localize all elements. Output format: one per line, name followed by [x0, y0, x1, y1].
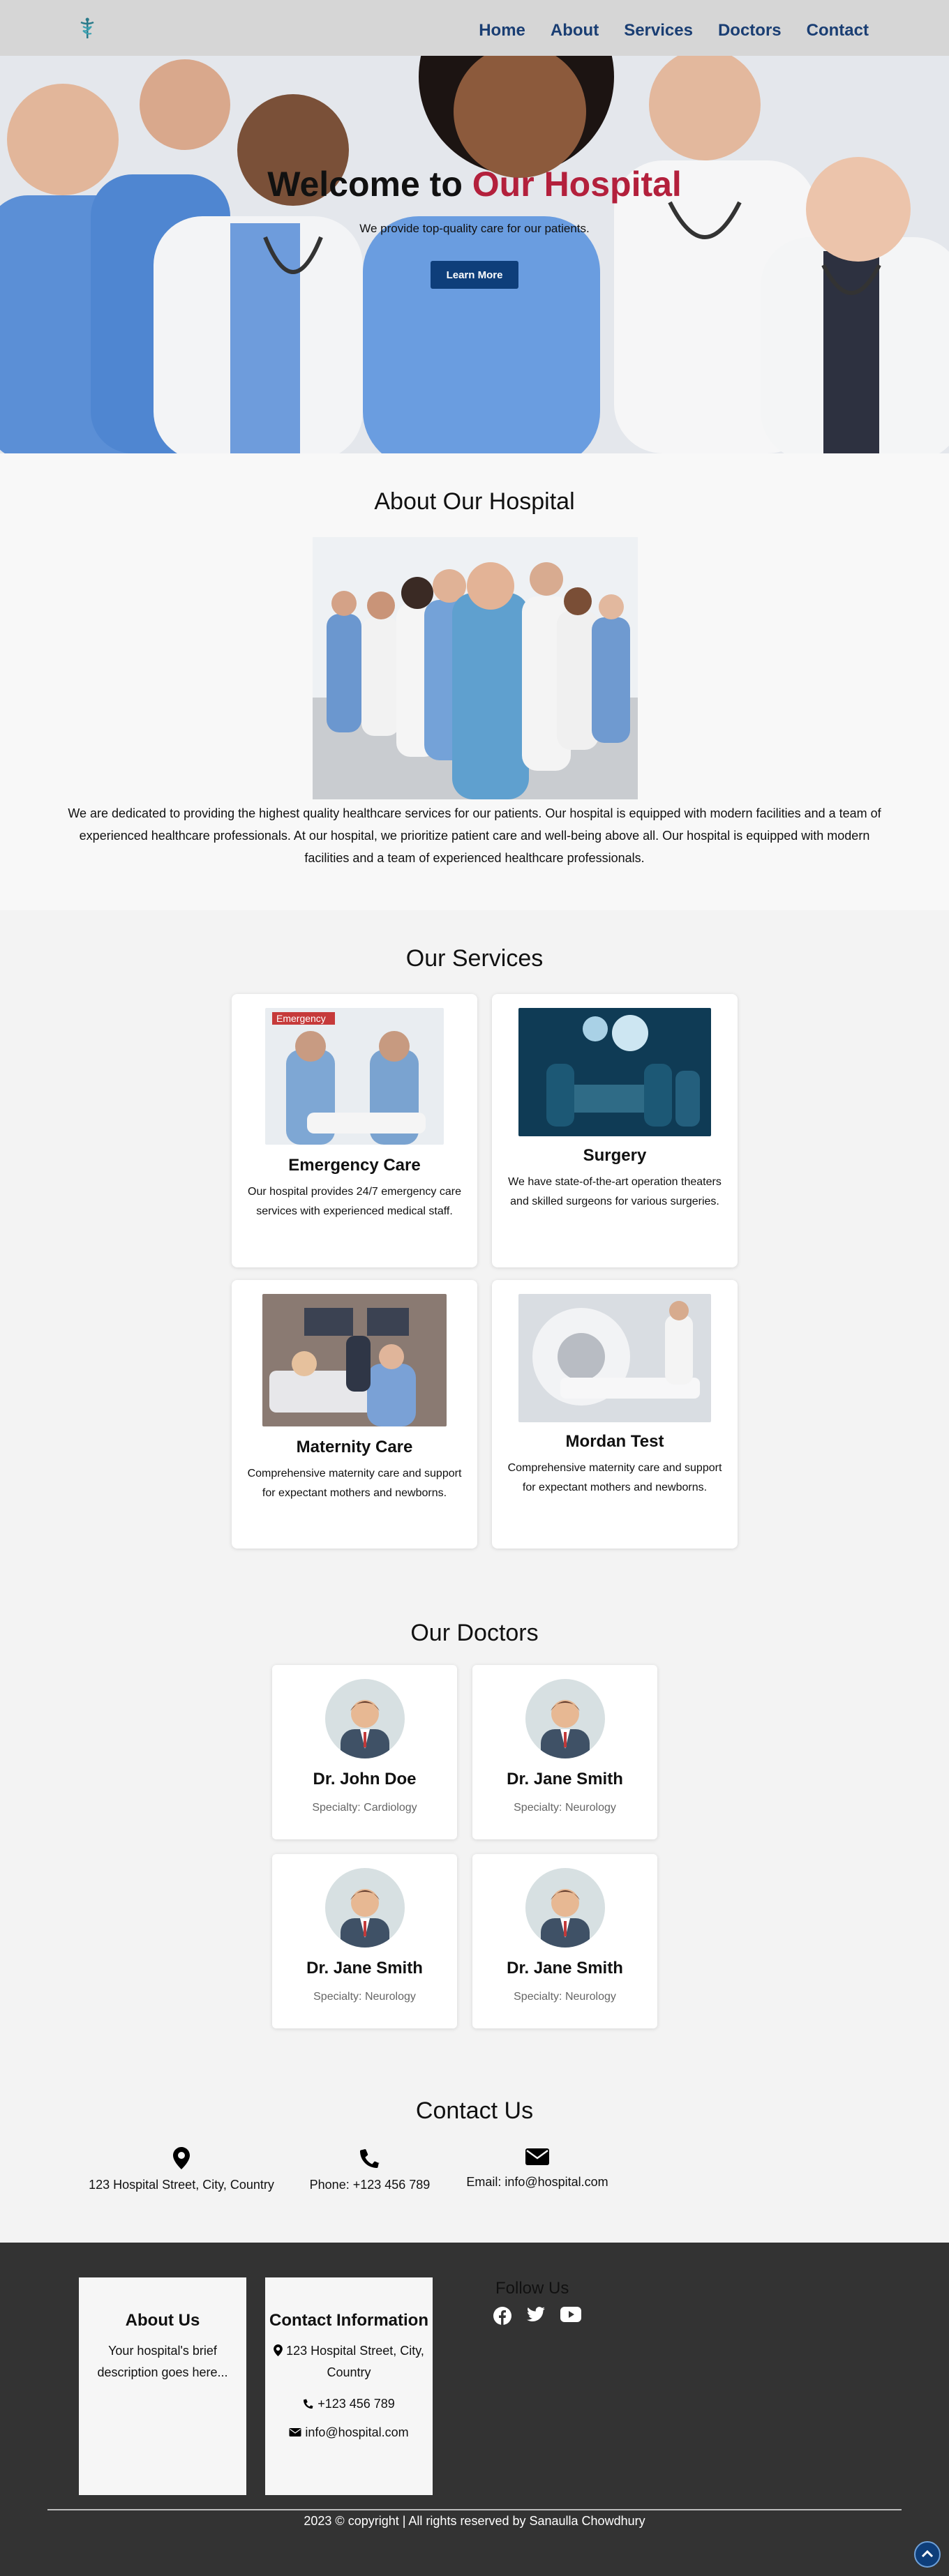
doctor-card[interactable]: Dr. John Doe Specialty: Cardiology — [272, 1665, 457, 1839]
service-desc: We have state-of-the-art operation theat… — [508, 1176, 722, 1207]
nav-contact[interactable]: Contact — [807, 21, 869, 40]
doctor-name: Dr. Jane Smith — [507, 1770, 623, 1788]
doctors-title: Our Doctors — [410, 1620, 539, 1646]
facebook-icon[interactable] — [493, 2307, 511, 2325]
about-text: We are dedicated to providing the highes… — [68, 806, 881, 865]
doctor-avatar-icon — [325, 1868, 405, 1948]
nav-about[interactable]: About — [551, 21, 599, 40]
doctor-specialty: Specialty: Neurology — [514, 1991, 616, 2003]
service-title: Mordan Test — [565, 1432, 664, 1451]
footer-contact-address: 123 Hospital Street, City, Country — [265, 2340, 433, 2383]
doctor-specialty: Specialty: Neurology — [514, 1802, 616, 1814]
service-card-mordan-test[interactable]: Mordan Test Comprehensive maternity care… — [492, 1280, 738, 1549]
contact-email[interactable]: Email: info@hospital.com — [455, 2147, 620, 2190]
youtube-icon[interactable] — [560, 2307, 581, 2322]
service-title: Emergency Care — [288, 1156, 421, 1175]
services-section: Our Services Emergency Emergency Care Ou… — [0, 910, 949, 1556]
envelope-icon — [525, 2148, 549, 2165]
doctor-card[interactable]: Dr. Jane Smith Specialty: Neurology — [472, 1665, 657, 1839]
service-desc: Comprehensive maternity care and support… — [247, 1468, 462, 1499]
footer-about-box: About Us Your hospital's brief descripti… — [79, 2277, 246, 2495]
map-marker-icon — [274, 2344, 283, 2356]
footer-contact-email[interactable]: info@hospital.com — [265, 2422, 433, 2443]
doctor-card[interactable]: Dr. Jane Smith Specialty: Neurology — [272, 1854, 457, 2028]
hero-title-accent: Our Hospital — [472, 165, 682, 204]
doctor-specialty: Specialty: Cardiology — [312, 1802, 417, 1814]
learn-more-button[interactable]: Learn More — [431, 261, 518, 289]
about-section: About Our Hospital We are dedicated to p… — [0, 453, 949, 910]
doctor-avatar-icon — [325, 1679, 405, 1758]
emergency-care-image: Emergency — [265, 1008, 444, 1145]
hero-title: Welcome to Our Hospital — [267, 165, 682, 204]
footer: About Us Your hospital's brief descripti… — [0, 2243, 949, 2576]
doctor-avatar-icon — [525, 1868, 605, 1948]
envelope-icon — [289, 2428, 301, 2436]
about-team-photo — [313, 537, 638, 799]
hero-subtitle: We provide top-quality care for our pati… — [359, 222, 590, 235]
twitter-icon[interactable] — [527, 2307, 545, 2322]
contact-section: Contact Us 123 Hospital Street, City, Co… — [0, 2079, 949, 2243]
doctor-name: Dr. Jane Smith — [507, 1959, 623, 1978]
service-title: Surgery — [583, 1146, 647, 1165]
copyright-text: 2023 © copyright | All rights reserved b… — [304, 2514, 645, 2528]
footer-about-title: About Us — [125, 2311, 200, 2330]
service-card-maternity[interactable]: Maternity Care Comprehensive maternity c… — [232, 1280, 477, 1549]
follow-us-title: Follow Us — [495, 2279, 569, 2298]
services-title: Our Services — [405, 945, 544, 972]
doctor-avatar-icon — [525, 1679, 605, 1758]
service-desc: Our hospital provides 24/7 emergency car… — [248, 1186, 461, 1217]
service-card-surgery[interactable]: Surgery We have state-of-the-art operati… — [492, 994, 738, 1267]
footer-contact-phone[interactable]: +123 456 789 — [265, 2393, 433, 2415]
nav-doctors[interactable]: Doctors — [718, 21, 782, 40]
hero-section: Welcome to Our Hospital We provide top-q… — [0, 56, 949, 453]
caduceus-icon[interactable] — [75, 17, 99, 40]
mordan-test-image — [518, 1294, 711, 1422]
hero-background-photo — [0, 56, 949, 453]
map-marker-icon — [173, 2147, 190, 2169]
doctor-name: Dr. John Doe — [313, 1770, 417, 1788]
doctor-card[interactable]: Dr. Jane Smith Specialty: Neurology — [472, 1854, 657, 2028]
social-links — [493, 2307, 581, 2325]
about-title: About Our Hospital — [374, 488, 575, 515]
contact-title: Contact Us — [415, 2097, 534, 2124]
footer-contact-title: Contact Information — [269, 2311, 428, 2330]
phone-icon — [359, 2149, 380, 2169]
service-card-emergency[interactable]: Emergency Emergency Care Our hospital pr… — [232, 994, 477, 1267]
doctors-section: Our Doctors Dr. John Doe Specialty: Card… — [0, 1556, 949, 2079]
maternity-care-image — [262, 1294, 447, 1426]
navbar: Home About Services Doctors Contact — [0, 0, 949, 56]
chevron-up-icon — [921, 2549, 934, 2558]
footer-contact-box: Contact Information 123 Hospital Street,… — [265, 2277, 433, 2495]
contact-address: 123 Hospital Street, City, Country — [84, 2147, 279, 2192]
footer-about-text: Your hospital's brief description goes h… — [97, 2344, 228, 2379]
surgery-image — [518, 1008, 711, 1136]
doctor-name: Dr. Jane Smith — [306, 1959, 423, 1978]
service-title: Maternity Care — [296, 1438, 413, 1456]
service-desc: Comprehensive maternity care and support… — [507, 1462, 722, 1493]
doctor-specialty: Specialty: Neurology — [313, 1991, 416, 2003]
nav-home[interactable]: Home — [479, 21, 525, 40]
contact-phone[interactable]: Phone: +123 456 789 — [300, 2147, 440, 2192]
phone-icon — [304, 2399, 314, 2409]
emergency-sign-text: Emergency — [276, 1013, 326, 1024]
footer-divider — [47, 2509, 902, 2510]
nav-services[interactable]: Services — [624, 21, 693, 40]
back-to-top-button[interactable] — [914, 2541, 941, 2568]
